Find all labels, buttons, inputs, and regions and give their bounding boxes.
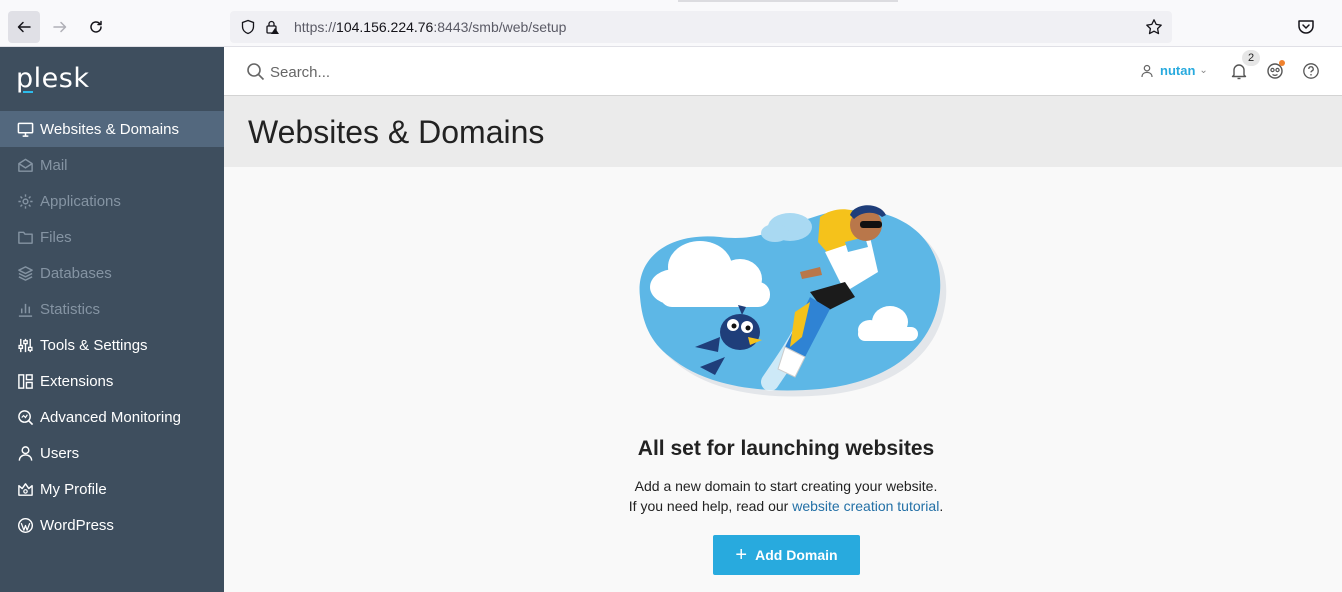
sidebar-item-label: Tools & Settings [40, 336, 148, 354]
url-prefix: https:// [294, 19, 337, 35]
sidebar-item-label: Websites & Domains [40, 120, 179, 138]
gear-icon [16, 192, 34, 210]
monitoring-icon [16, 408, 34, 426]
page-header: Websites & Domains [224, 96, 1342, 167]
user-icon [16, 444, 34, 462]
sidebar-item-label: Extensions [40, 372, 114, 390]
sidebar: plesk Websites & Domains Mail Applicatio… [0, 47, 224, 592]
plus-icon: + [735, 544, 748, 566]
search-icon [247, 63, 265, 81]
feedback-indicator-dot [1279, 60, 1285, 66]
website-creation-tutorial-link[interactable]: website creation tutorial [792, 498, 939, 514]
crown-icon [16, 480, 34, 498]
sidebar-item-label: Advanced Monitoring [40, 408, 181, 426]
add-domain-label: Add Domain [755, 547, 838, 563]
browser-toolbar: https://104.156.224.76:8443/smb/web/setu… [0, 0, 1342, 47]
bookmark-star-icon[interactable] [1144, 17, 1164, 37]
sliders-icon [16, 336, 34, 354]
plesk-logo[interactable]: plesk [16, 63, 89, 94]
back-button[interactable] [8, 11, 40, 43]
sidebar-item-mail: Mail [0, 147, 224, 183]
url-host: 104.156.224.76 [336, 19, 434, 35]
sidebar-item-applications: Applications [0, 183, 224, 219]
sidebar-item-label: Mail [40, 156, 68, 174]
shield-icon[interactable] [240, 18, 258, 36]
sidebar-item-label: My Profile [40, 480, 107, 498]
mail-icon [16, 156, 34, 174]
wordpress-icon [16, 516, 34, 534]
search-input[interactable] [270, 59, 670, 85]
folder-icon [16, 228, 34, 246]
bar-chart-icon [16, 300, 34, 318]
sidebar-item-websites-domains[interactable]: Websites & Domains [0, 111, 224, 147]
username: nutan [1160, 63, 1196, 78]
sidebar-item-advanced-monitoring[interactable]: Advanced Monitoring [0, 399, 224, 435]
tab-strip-edge [678, 0, 898, 2]
sidebar-item-label: Statistics [40, 300, 101, 318]
user-menu[interactable]: nutan ⌄ [1140, 63, 1208, 78]
extensions-icon [16, 372, 34, 390]
empty-state-description: Add a new domain to start creating your … [634, 478, 938, 494]
help-text-prefix: If you need help, read our [628, 498, 793, 514]
forward-button[interactable] [44, 11, 76, 43]
sidebar-item-extensions[interactable]: Extensions [0, 363, 224, 399]
help-icon[interactable] [1302, 62, 1320, 80]
chevron-down-icon: ⌄ [1199, 65, 1208, 76]
arrow-left-icon [17, 21, 31, 33]
sidebar-item-label: Files [40, 228, 72, 246]
top-header: nutan ⌄ 2 [224, 47, 1342, 96]
sidebar-item-statistics: Statistics [0, 291, 224, 327]
sidebar-item-label: Users [40, 444, 80, 462]
sidebar-item-tools-settings[interactable]: Tools & Settings [0, 327, 224, 363]
pocket-icon[interactable] [1296, 17, 1316, 37]
url-text[interactable]: https://104.156.224.76:8443/smb/web/setu… [294, 19, 566, 35]
sidebar-item-users[interactable]: Users [0, 435, 224, 471]
add-domain-button[interactable]: + Add Domain [713, 535, 860, 575]
monitor-icon [16, 120, 34, 138]
database-icon [16, 264, 34, 282]
sidebar-item-files: Files [0, 219, 224, 255]
logo-accent [23, 91, 33, 93]
reload-button[interactable] [80, 11, 112, 43]
main-content: All set for launching websites Add a new… [224, 167, 1342, 592]
address-bar[interactable]: https://104.156.224.76:8443/smb/web/setu… [230, 11, 1172, 43]
user-icon [1141, 64, 1153, 77]
empty-state-heading: All set for launching websites [637, 437, 935, 460]
sidebar-item-label: WordPress [40, 516, 114, 534]
lock-warning-icon[interactable] [264, 18, 282, 36]
help-text-suffix: . [939, 498, 944, 514]
rocket-launch-illustration [639, 205, 947, 397]
url-path: :8443/smb/web/setup [433, 19, 567, 35]
arrow-right-icon [53, 21, 67, 33]
sidebar-item-wordpress[interactable]: WordPress [0, 507, 224, 543]
reload-icon [90, 20, 102, 33]
sidebar-item-label: Applications [40, 192, 121, 210]
sidebar-item-my-profile[interactable]: My Profile [0, 471, 224, 507]
sidebar-item-label: Databases [40, 264, 112, 282]
sidebar-nav: Websites & Domains Mail Applications Fil… [0, 111, 224, 543]
sidebar-item-databases: Databases [0, 255, 224, 291]
empty-state-help-text: If you need help, read our website creat… [224, 498, 1342, 514]
page-title: Websites & Domains [248, 114, 545, 150]
notification-badge: 2 [1242, 50, 1260, 66]
